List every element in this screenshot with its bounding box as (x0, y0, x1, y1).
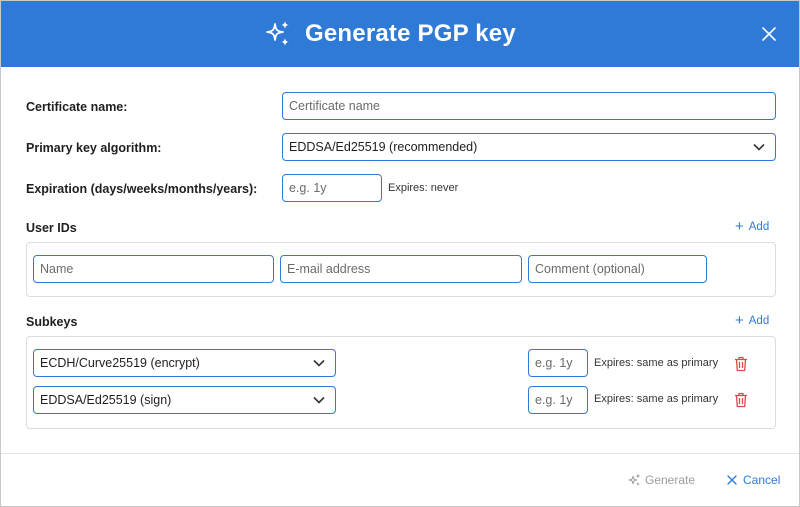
cancel-button[interactable]: Cancel (727, 473, 780, 487)
primary-key-algorithm-label: Primary key algorithm: (26, 141, 162, 155)
cancel-label: Cancel (743, 473, 781, 487)
user-name-input[interactable] (33, 255, 274, 283)
generate-label: Generate (645, 473, 696, 487)
add-subkey-label: Add (748, 314, 770, 327)
primary-key-algorithm-select[interactable]: EDDSA/Ed25519 (recommended) (282, 133, 776, 161)
user-comment-input[interactable] (528, 255, 707, 283)
generate-button[interactable]: Generate (627, 473, 695, 487)
expiration-label: Expiration (days/weeks/months/years): (26, 182, 258, 196)
subkey-algorithm-select[interactable]: EDDSA/Ed25519 (sign) (33, 386, 336, 414)
dialog-title-group: Generate PGP key (263, 16, 516, 52)
expiration-status: Expires: never (388, 182, 459, 194)
chevron-down-icon (313, 396, 325, 404)
sparkle-icon (266, 21, 289, 46)
dialog-header: Generate PGP key (1, 1, 799, 67)
subkey-algorithm-select[interactable]: ECDH/Curve25519 (encrypt) (33, 349, 336, 377)
sparkle-icon (628, 473, 641, 486)
subkey-algorithm-value: EDDSA/Ed25519 (sign) (40, 393, 172, 407)
add-user-id-label: Add (748, 220, 770, 233)
subkey-expiration-status: Expires: same as primary (594, 357, 719, 369)
trash-icon[interactable] (734, 392, 748, 408)
generate-pgp-key-dialog: Generate PGP key Certificate name: Prima… (0, 0, 800, 507)
chevron-down-icon (313, 359, 325, 367)
add-user-id-button[interactable]: + Add (735, 219, 769, 234)
close-icon[interactable] (761, 26, 777, 42)
subkey-algorithm-value: ECDH/Curve25519 (encrypt) (40, 356, 200, 370)
subkey-expiration-status: Expires: same as primary (594, 393, 719, 405)
certificate-name-label: Certificate name: (26, 100, 128, 114)
user-email-input[interactable] (280, 255, 522, 283)
dialog-title: Generate PGP key (305, 20, 516, 47)
footer-divider (1, 453, 799, 454)
add-subkey-button[interactable]: + Add (735, 313, 769, 328)
chevron-down-icon (753, 143, 765, 151)
expiration-input[interactable] (282, 174, 382, 202)
primary-key-algorithm-value: EDDSA/Ed25519 (recommended) (289, 140, 478, 154)
plus-icon: + (735, 218, 744, 235)
subkeys-label: Subkeys (26, 315, 78, 329)
user-ids-label: User IDs (26, 221, 77, 235)
subkey-expiration-input[interactable] (528, 386, 588, 414)
close-icon (727, 475, 737, 485)
subkey-expiration-input[interactable] (528, 349, 588, 377)
plus-icon: + (735, 312, 744, 329)
certificate-name-input[interactable] (282, 92, 776, 120)
trash-icon[interactable] (734, 356, 748, 372)
